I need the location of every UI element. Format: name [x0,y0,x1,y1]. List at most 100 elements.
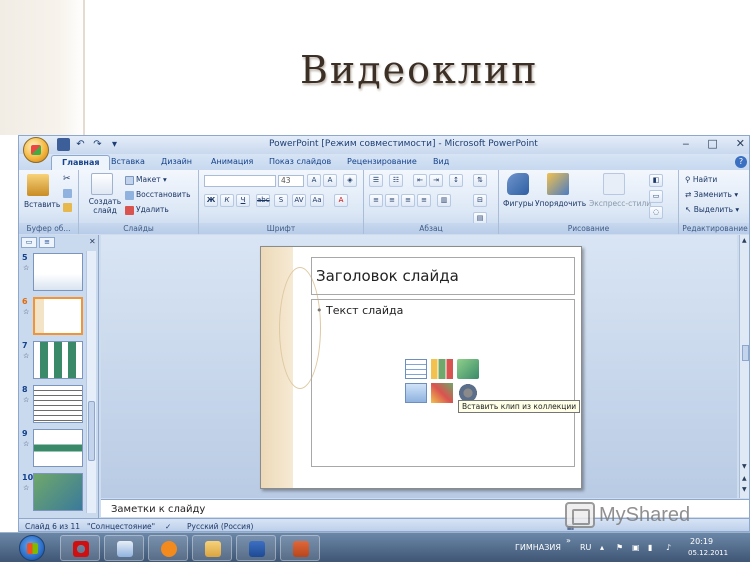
insert-chart-icon[interactable] [431,359,453,379]
insert-clipart-icon[interactable] [431,383,453,403]
tab-home[interactable]: Главная [51,155,111,170]
tab-slideshow[interactable]: Показ слайдов [269,157,331,166]
shape-outline-icon[interactable]: ▭ [649,190,663,203]
clock-date[interactable]: 05.12.2011 [688,549,728,557]
taskbar-explorer[interactable] [192,535,232,561]
slide-thumbnail[interactable] [33,341,83,379]
quick-styles-button[interactable]: Экспресс-стили [589,199,651,208]
align-left-icon[interactable]: ≡ [369,194,383,207]
font-name-combo[interactable] [204,175,276,187]
shape-fill-icon[interactable]: ◧ [649,174,663,187]
scroll-thumb[interactable] [742,345,749,361]
outline-tab-icon[interactable]: ≡ [39,237,55,248]
toolbar-expand-icon[interactable]: » [566,536,571,545]
help-icon[interactable]: ? [735,156,747,168]
insert-table-icon[interactable] [405,359,427,379]
maximize-button[interactable]: □ [707,137,717,150]
scroll-down-icon[interactable]: ▼ [742,463,749,470]
align-right-icon[interactable]: ≡ [401,194,415,207]
align-text-icon[interactable]: ⊟ [473,194,487,207]
delete-slide-button[interactable]: Удалить [125,205,169,215]
taskbar-word[interactable] [236,535,276,561]
paste-icon[interactable] [27,174,49,196]
font-size-combo[interactable]: 43 [278,175,304,187]
editor-scrollbar[interactable]: ▲ ▼ ▲ ▼ [739,235,749,498]
reset-button[interactable]: Восстановить [125,190,191,200]
taskbar-opera[interactable] [60,535,100,561]
thumbnails-scrollbar[interactable] [86,251,96,513]
taskbar-app-2[interactable] [104,535,144,561]
tab-view[interactable]: Вид [433,157,449,166]
shrink-font-icon[interactable]: A [323,174,337,187]
taskbar-powerpoint[interactable] [280,535,320,561]
slide-thumbnail[interactable] [33,473,83,511]
tab-insert[interactable]: Вставка [111,157,145,166]
format-painter-icon[interactable] [63,202,74,212]
tab-review[interactable]: Рецензирование [347,157,417,166]
line-spacing-icon[interactable]: ↕ [449,174,463,187]
shape-effects-icon[interactable]: ◌ [649,206,663,219]
text-direction-icon[interactable]: ⇅ [473,174,487,187]
cut-icon[interactable]: ✂ [63,174,71,184]
shapes-icon[interactable] [507,173,529,195]
tray-expand-icon[interactable]: ▴ [600,543,604,552]
increase-indent-icon[interactable]: ⇥ [429,174,443,187]
shapes-button[interactable]: Фигуры [503,199,533,208]
clear-format-icon[interactable]: ◈ [343,174,357,187]
keyboard-language[interactable]: RU [580,543,591,552]
italic-icon[interactable]: К [220,194,234,207]
save-icon[interactable] [57,138,70,151]
justify-icon[interactable]: ≡ [417,194,431,207]
taskbar-mail[interactable] [148,535,188,561]
slide-thumbnail[interactable] [33,253,83,291]
new-slide-button[interactable]: Создать слайд [88,197,122,215]
arrange-icon[interactable] [547,173,569,195]
select-button[interactable]: ↖ Выделить ▾ [685,205,739,214]
undo-icon[interactable]: ↶ [74,138,87,151]
network-icon[interactable]: ▮ [648,543,652,552]
char-spacing-icon[interactable]: AV [292,194,306,207]
panel-close-icon[interactable]: ✕ [89,237,96,246]
volume-icon[interactable]: ♪ [666,543,671,552]
close-button[interactable]: ✕ [736,137,745,150]
tab-animation[interactable]: Анимация [211,157,253,166]
arrange-button[interactable]: Упорядочить [535,199,586,208]
customize-qat-icon[interactable]: ▾ [108,138,121,151]
replace-button[interactable]: ⇄ Заменить ▾ [685,190,738,199]
paste-button[interactable]: Вставить [24,200,60,209]
scroll-thumb[interactable] [88,401,95,461]
redo-icon[interactable]: ↷ [91,138,104,151]
grow-font-icon[interactable]: A [307,174,321,187]
shadow-icon[interactable]: S [274,194,288,207]
slide-thumbnail[interactable] [33,429,83,467]
prev-slide-icon[interactable]: ▲ [742,475,749,482]
flag-icon[interactable]: ⚑ [616,543,623,552]
insert-smartart-icon[interactable] [457,359,479,379]
slides-tab-icon[interactable]: ▭ [21,237,37,248]
next-slide-icon[interactable]: ▼ [742,486,749,493]
align-center-icon[interactable]: ≡ [385,194,399,207]
title-placeholder[interactable]: Заголовок слайда [311,257,575,295]
bullets-icon[interactable]: ☰ [369,174,383,187]
tab-design[interactable]: Дизайн [161,157,192,166]
display-icon[interactable]: ▣ [632,543,640,552]
font-color-icon[interactable]: A [334,194,348,207]
scroll-up-icon[interactable]: ▲ [742,237,749,244]
office-button[interactable] [23,137,49,163]
toolbar-label[interactable]: ГИМНАЗИЯ [515,543,561,552]
start-button[interactable] [19,535,45,561]
quick-styles-icon[interactable] [603,173,625,195]
find-button[interactable]: ⚲ Найти [685,175,717,184]
strikethrough-icon[interactable]: abc [256,194,270,207]
copy-icon[interactable] [63,188,74,198]
clock-time[interactable]: 20:19 [690,537,713,546]
new-slide-icon[interactable] [91,173,113,195]
underline-icon[interactable]: Ч [236,194,250,207]
change-case-icon[interactable]: Aa [310,194,324,207]
slide-thumbnail-selected[interactable] [33,297,83,335]
spellcheck-icon[interactable]: ✓ [165,522,171,531]
columns-icon[interactable]: ▥ [437,194,451,207]
bold-icon[interactable]: Ж [204,194,218,207]
decrease-indent-icon[interactable]: ⇤ [413,174,427,187]
insert-picture-icon[interactable] [405,383,427,403]
